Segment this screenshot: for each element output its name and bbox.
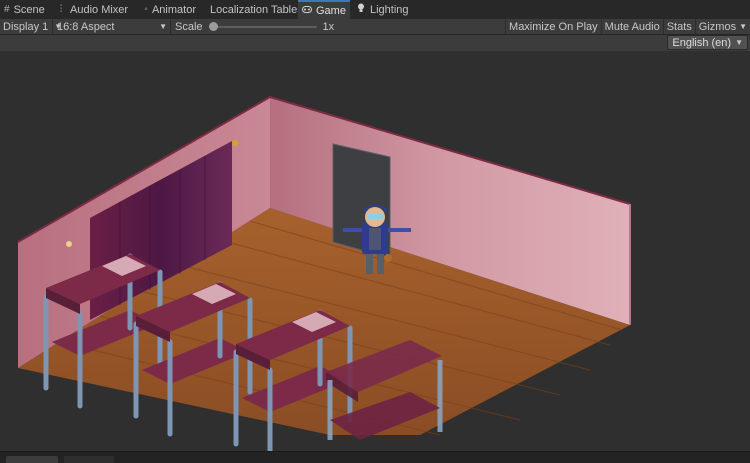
tab-label: Animator bbox=[151, 3, 196, 16]
maximize-on-play-toggle[interactable]: Maximize On Play bbox=[505, 19, 602, 34]
tab-label: Audio Mixer bbox=[70, 3, 129, 16]
tab-label: Scene bbox=[13, 3, 45, 16]
wall-lamp bbox=[66, 241, 72, 247]
tab-label: Localization Tables bbox=[210, 3, 303, 16]
tab-scene[interactable]: # Scene bbox=[0, 0, 52, 19]
scale-label: Scale bbox=[175, 20, 203, 33]
display-dropdown[interactable]: Display 1 ▼ bbox=[0, 19, 62, 34]
aspect-label: 16:8 Aspect bbox=[57, 20, 115, 33]
dropdown-arrow-icon: ▼ bbox=[159, 22, 167, 31]
language-dropdown[interactable]: English (en) ▼ bbox=[667, 35, 748, 50]
scale-slider-thumb[interactable] bbox=[208, 22, 218, 31]
gamepad-icon bbox=[302, 5, 312, 16]
wall-lamp bbox=[232, 140, 238, 146]
bottom-panel-tabs bbox=[0, 451, 750, 463]
lightbulb-icon bbox=[356, 3, 366, 16]
scale-value: 1x bbox=[322, 20, 335, 33]
scale-slider[interactable] bbox=[208, 19, 317, 34]
mute-label: Mute Audio bbox=[604, 20, 660, 33]
stats-toggle[interactable]: Stats bbox=[664, 19, 696, 34]
maximize-label: Maximize On Play bbox=[509, 20, 598, 33]
mute-audio-toggle[interactable]: Mute Audio bbox=[602, 19, 664, 34]
language-label: English (en) bbox=[672, 36, 732, 49]
game-viewport[interactable] bbox=[0, 51, 750, 451]
tab-animator[interactable]: ◦ Animator bbox=[140, 0, 204, 19]
dropdown-arrow-icon: ▼ bbox=[735, 38, 743, 47]
tab-localization-tables[interactable]: Localization Tables bbox=[204, 0, 303, 19]
aspect-dropdown[interactable]: 16:8 Aspect ▼ bbox=[53, 19, 171, 34]
game-view-toolbar: Display 1 ▼ 16:8 Aspect ▼ Scale 1x Maxim… bbox=[0, 19, 750, 35]
display-label: Display 1 bbox=[3, 20, 49, 33]
scale-slider-track bbox=[208, 26, 317, 28]
dropdown-arrow-icon: ▼ bbox=[739, 22, 747, 31]
game-scene bbox=[0, 51, 750, 451]
gizmos-label: Gizmos bbox=[698, 20, 737, 33]
stats-label: Stats bbox=[666, 20, 692, 33]
scale-control: Scale 1x bbox=[171, 19, 340, 34]
grid-icon: # bbox=[4, 4, 10, 15]
gizmos-dropdown[interactable]: Gizmos ▼ bbox=[696, 19, 750, 34]
tab-audio-mixer[interactable]: ⫶ Audio Mixer bbox=[52, 0, 140, 19]
mixer-icon: ⫶ bbox=[59, 4, 63, 15]
tab-label: Lighting bbox=[370, 3, 409, 16]
tab-game[interactable]: Game bbox=[298, 0, 350, 19]
animator-icon: ◦ bbox=[144, 4, 148, 15]
tab-lighting[interactable]: Lighting bbox=[352, 0, 422, 19]
tab-label: Game bbox=[316, 4, 346, 17]
editor-tab-bar: # Scene ⫶ Audio Mixer ◦ Animator Localiz… bbox=[0, 0, 750, 20]
